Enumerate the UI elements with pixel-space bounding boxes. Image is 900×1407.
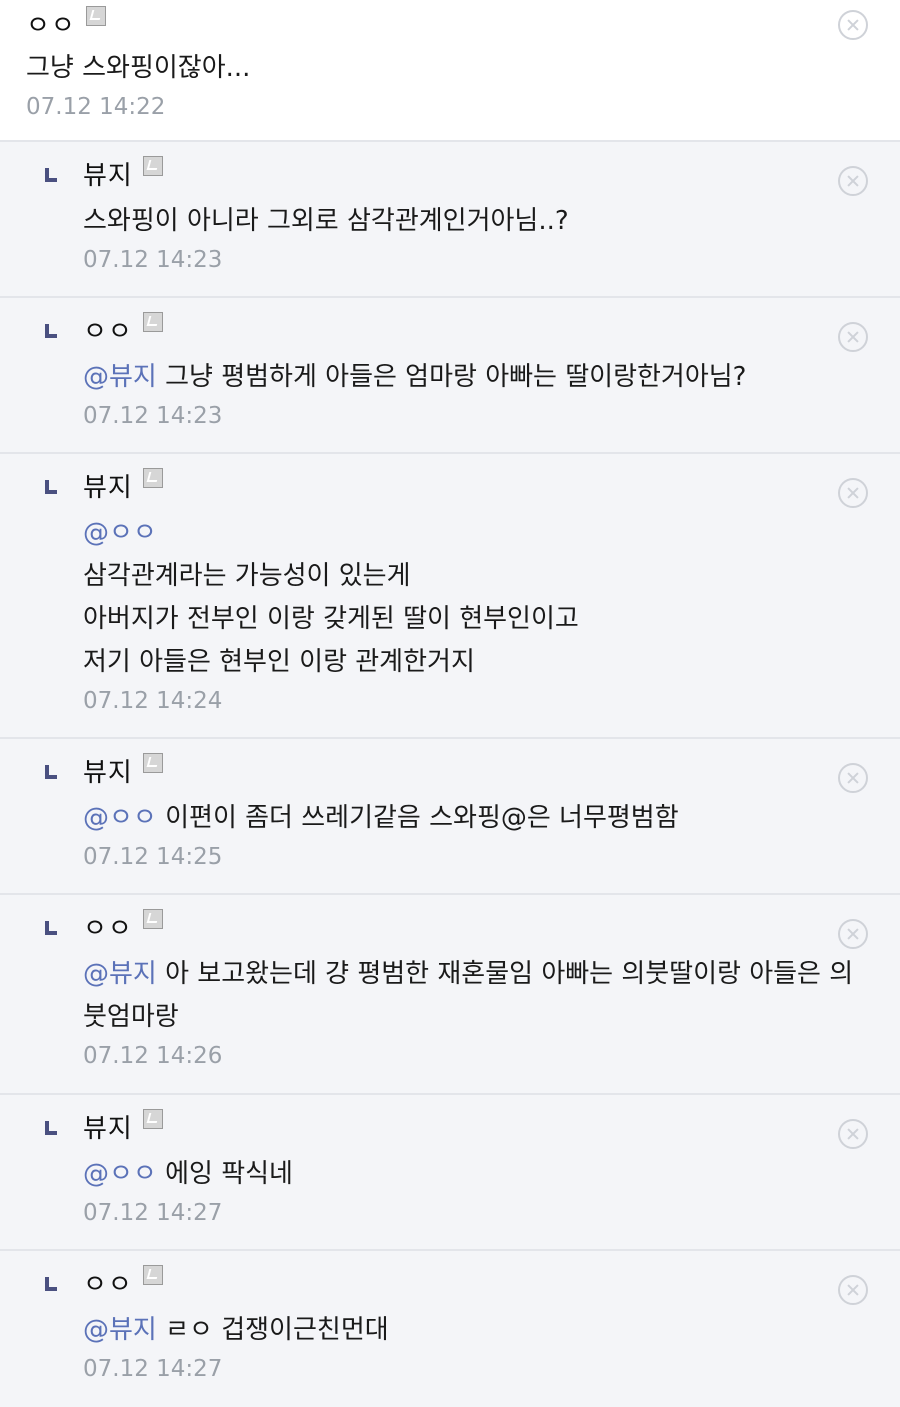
delete-comment-icon[interactable] bbox=[838, 478, 868, 508]
comment-author[interactable]: ㅇㅇ bbox=[83, 908, 133, 945]
comment-text: @ㅇㅇ 이편이 좀더 쓰레기같음 스와핑@은 너무평범함 bbox=[83, 803, 679, 833]
comment-header: ㅇㅇ bbox=[83, 909, 870, 944]
comment-author[interactable]: ㅇㅇ bbox=[26, 5, 76, 42]
reply-arrow-icon bbox=[45, 921, 57, 935]
comment-timestamp: 07.12 14:23 bbox=[83, 247, 223, 273]
comment-timestamp: 07.12 14:26 bbox=[83, 1043, 223, 1069]
comment-text: @뷰지 아 보고왔는데 걍 평범한 재혼물임 아빠는 의붓딸이랑 아들은 의붓엄… bbox=[83, 959, 854, 1032]
comment-header: ㅇㅇ bbox=[26, 6, 900, 41]
delete-comment-icon[interactable] bbox=[838, 1275, 868, 1305]
reply-arrow-icon bbox=[45, 324, 57, 338]
comment-header: 뷰지 bbox=[83, 1109, 900, 1144]
reply-arrow-icon bbox=[45, 1121, 57, 1135]
mention-link[interactable]: @뷰지 bbox=[83, 1315, 157, 1345]
mention-link[interactable]: @ㅇㅇ bbox=[83, 1159, 157, 1189]
comment-author[interactable]: 뷰지 bbox=[83, 1108, 133, 1145]
comment-thread: ㅇㅇ 그냥 스와핑이잖아... 07.12 14:22 뷰지 스와핑이 아니라 … bbox=[0, 0, 900, 1407]
member-badge-icon bbox=[142, 753, 163, 773]
comment-header: 뷰지 bbox=[83, 156, 900, 191]
reply-arrow-icon bbox=[45, 480, 57, 494]
delete-comment-icon[interactable] bbox=[838, 919, 868, 949]
comment-text: 그냥 스와핑이잖아... bbox=[26, 53, 251, 83]
comment-header: 뷰지 bbox=[83, 753, 900, 788]
comment-timestamp: 07.12 14:23 bbox=[83, 403, 223, 429]
comment-author[interactable]: 뷰지 bbox=[83, 155, 133, 192]
member-badge-icon bbox=[142, 468, 163, 488]
comment-timestamp: 07.12 14:27 bbox=[83, 1200, 223, 1226]
comment-timestamp: 07.12 14:24 bbox=[83, 688, 223, 714]
member-badge-icon bbox=[142, 312, 163, 332]
comment-text: @ㅇㅇ 에잉 팍식네 bbox=[83, 1159, 293, 1189]
comment-text: @뷰지 그냥 평범하게 아들은 엄마랑 아빠는 딸이랑한거아님? bbox=[83, 362, 747, 392]
mention-link[interactable]: @ㅇㅇ bbox=[83, 803, 157, 833]
comment-text: 삼각관계라는 가능성이 있는게 bbox=[83, 561, 411, 591]
member-badge-icon bbox=[142, 1265, 163, 1285]
comment-author[interactable]: ㅇㅇ bbox=[83, 1264, 133, 1301]
comment-header: 뷰지 bbox=[83, 468, 900, 503]
mention-link[interactable]: @뷰지 bbox=[83, 959, 157, 989]
reply-item: ㅇㅇ @뷰지 그냥 평범하게 아들은 엄마랑 아빠는 딸이랑한거아님? 07.1… bbox=[0, 298, 900, 454]
member-badge-icon bbox=[142, 909, 163, 929]
mention-link[interactable]: @ㅇㅇ bbox=[83, 512, 900, 555]
member-badge-icon bbox=[142, 156, 163, 176]
reply-item: 뷰지 스와핑이 아니라 그외로 삼각관계인거아님..? 07.12 14:23 bbox=[0, 142, 900, 298]
comment-text: 스와핑이 아니라 그외로 삼각관계인거아님..? bbox=[83, 206, 569, 236]
comment-timestamp: 07.12 14:25 bbox=[83, 844, 223, 870]
reply-item: 뷰지 @ㅇㅇ 삼각관계라는 가능성이 있는게 아버지가 전부인 이랑 갖게된 딸… bbox=[0, 454, 900, 739]
comment-header: ㅇㅇ bbox=[83, 1265, 900, 1300]
reply-arrow-icon bbox=[45, 168, 57, 182]
delete-comment-icon[interactable] bbox=[838, 166, 868, 196]
delete-comment-icon[interactable] bbox=[838, 10, 868, 40]
comment-text: 저기 아들은 현부인 이랑 관계한거지 bbox=[83, 647, 475, 677]
comment-header: ㅇㅇ bbox=[83, 312, 900, 347]
reply-item: ㅇㅇ @뷰지 ㄹㅇ 겁쟁이근친먼대 07.12 14:27 bbox=[0, 1251, 900, 1407]
comment-text: @뷰지 ㄹㅇ 겁쟁이근친먼대 bbox=[83, 1315, 389, 1345]
member-badge-icon bbox=[85, 6, 106, 26]
comment-author[interactable]: 뷰지 bbox=[83, 467, 133, 504]
comment-author[interactable]: ㅇㅇ bbox=[83, 311, 133, 348]
member-badge-icon bbox=[142, 1109, 163, 1129]
reply-item: 뷰지 @ㅇㅇ 이편이 좀더 쓰레기같음 스와핑@은 너무평범함 07.12 14… bbox=[0, 739, 900, 895]
comment-item: ㅇㅇ 그냥 스와핑이잖아... 07.12 14:22 bbox=[0, 0, 900, 142]
reply-arrow-icon bbox=[45, 765, 57, 779]
reply-item: 뷰지 @ㅇㅇ 에잉 팍식네 07.12 14:27 bbox=[0, 1095, 900, 1251]
delete-comment-icon[interactable] bbox=[838, 322, 868, 352]
mention-link[interactable]: @뷰지 bbox=[83, 362, 157, 392]
reply-item: ㅇㅇ @뷰지 아 보고왔는데 걍 평범한 재혼물임 아빠는 의붓딸이랑 아들은 … bbox=[0, 895, 900, 1095]
comment-timestamp: 07.12 14:22 bbox=[26, 94, 166, 120]
comment-text: 아버지가 전부인 이랑 갖게된 딸이 현부인이고 bbox=[83, 604, 579, 634]
delete-comment-icon[interactable] bbox=[838, 763, 868, 793]
reply-arrow-icon bbox=[45, 1277, 57, 1291]
delete-comment-icon[interactable] bbox=[838, 1119, 868, 1149]
comment-author[interactable]: 뷰지 bbox=[83, 752, 133, 789]
comment-timestamp: 07.12 14:27 bbox=[83, 1356, 223, 1382]
